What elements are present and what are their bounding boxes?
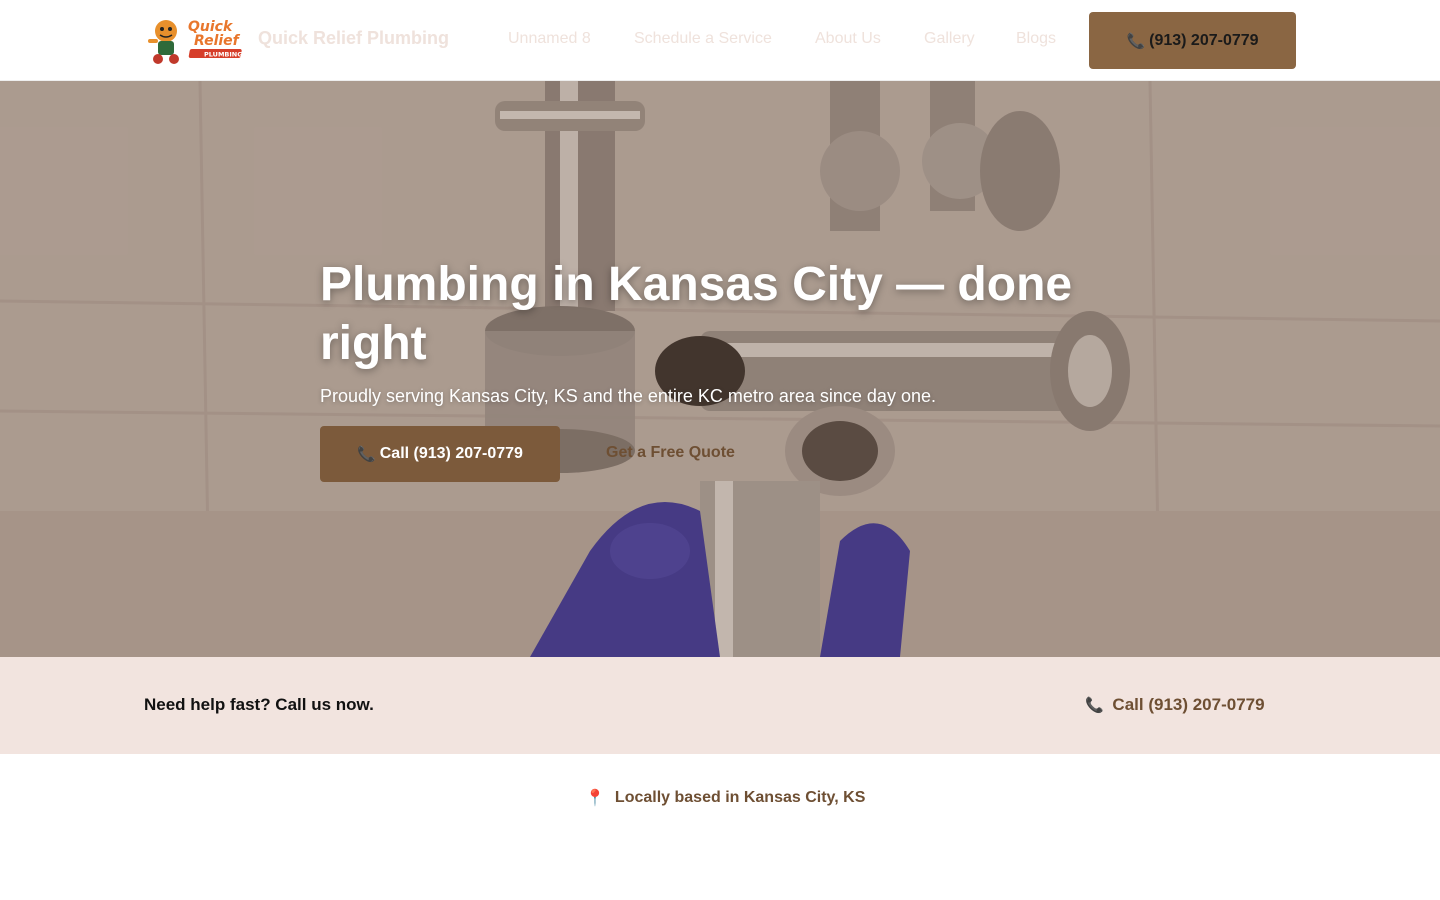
local-text: Locally based in Kansas City, KS (614, 789, 866, 806)
map-pin-icon: 📍 (585, 790, 605, 807)
help-band: Need help fast? Call us now. 📞 Call (913… (0, 657, 1440, 754)
logo-mascot-icon: Quick Relief PLUMBING (148, 19, 243, 64)
nav-item-schedule-service[interactable]: Schedule a Service (634, 30, 772, 48)
nav-item-blogs[interactable]: Blogs (1016, 30, 1056, 48)
help-text: Need help fast? Call us now. (144, 695, 374, 714)
phone-icon: 📞 (1085, 697, 1104, 714)
svg-text:PLUMBING: PLUMBING (204, 51, 243, 59)
local-badge: 📍 Locally based in Kansas City, KS (585, 788, 865, 808)
logo[interactable]: Quick Relief PLUMBING (144, 15, 250, 65)
nav-item-gallery[interactable]: Gallery (924, 30, 975, 48)
header-call-button[interactable]: 📞 (913) 207-0779 (1089, 12, 1296, 69)
nav-item-unnamed-8[interactable]: Unnamed 8 (508, 30, 591, 48)
free-quote-link[interactable]: Get a Free Quote (606, 444, 735, 462)
help-call-link[interactable]: 📞 Call (913) 207-0779 (1085, 695, 1265, 715)
hero-subtitle: Proudly serving Kansas City, KS and the … (320, 386, 936, 406)
hero-section: Plumbing in Kansas City — done right Pro… (0, 81, 1440, 657)
brand-name[interactable]: Quick Relief Plumbing (258, 28, 449, 49)
hero-title: Plumbing in Kansas City — done right (320, 258, 1073, 370)
hero-call-button[interactable]: 📞 Call (913) 207-0779 (320, 426, 560, 482)
header-call-label: (913) 207-0779 (1149, 31, 1259, 49)
site-header: Quick Relief PLUMBING Quick Relief Plumb… (0, 0, 1440, 81)
hero-call-label: Call (913) 207-0779 (379, 445, 523, 462)
svg-text:Relief: Relief (194, 33, 241, 49)
help-call-label: Call (913) 207-0779 (1112, 695, 1265, 714)
phone-icon: 📞 (1126, 32, 1146, 50)
phone-icon: 📞 (357, 446, 376, 463)
nav-item-about-us[interactable]: About Us (815, 30, 881, 48)
